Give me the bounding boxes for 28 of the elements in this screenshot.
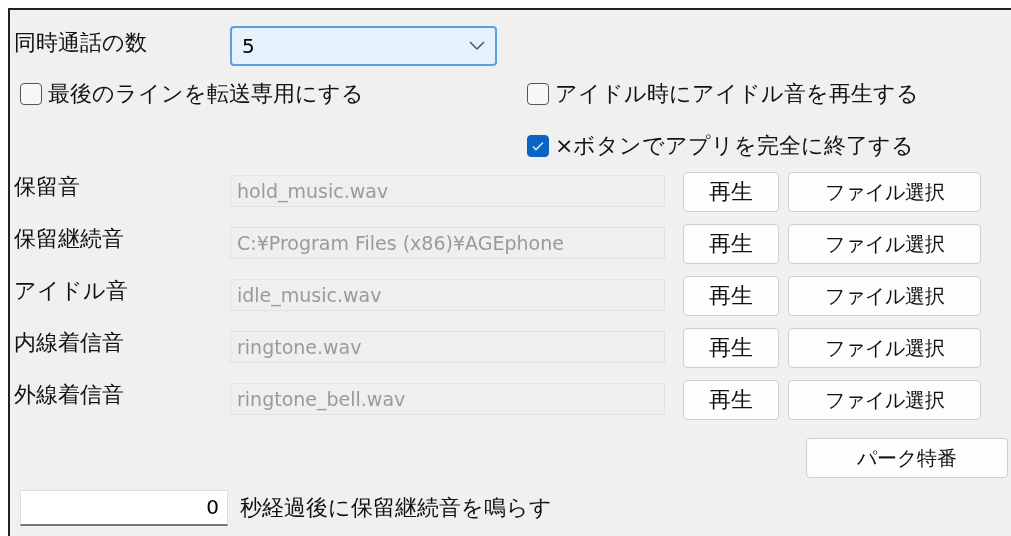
sound-label: 内線着信音 (14, 329, 124, 357)
play-button[interactable]: 再生 (683, 380, 779, 420)
file-select-button[interactable]: ファイル選択 (788, 380, 981, 420)
count-dropdown[interactable]: 5 (230, 26, 497, 66)
park-button[interactable]: パーク特番 (806, 438, 1008, 478)
play-button[interactable]: 再生 (683, 224, 779, 264)
play-button[interactable]: 再生 (683, 276, 779, 316)
chevron-down-icon (469, 41, 485, 51)
checkbox[interactable] (527, 83, 549, 105)
checkbox-label: ×ボタンでアプリを完全に終了する (555, 132, 915, 160)
checkbox-label: アイドル時にアイドル音を再生する (555, 80, 919, 108)
checkbox-label: 最後のラインを転送専用にする (48, 80, 364, 108)
sound-label: 外線着信音 (14, 381, 124, 409)
checkbox[interactable] (527, 135, 549, 157)
delay-label: 秒経過後に保留継続音を鳴らす (240, 494, 552, 522)
checkbox[interactable] (20, 83, 42, 105)
sound-label: 保留音 (14, 173, 80, 201)
sound-label: 保留継続音 (14, 225, 124, 253)
file-select-button[interactable]: ファイル選択 (788, 224, 981, 264)
file-select-button[interactable]: ファイル選択 (788, 328, 981, 368)
seconds-field[interactable]: 0 (20, 490, 228, 526)
field-label: 同時通話の数 (14, 29, 148, 57)
play-button[interactable]: 再生 (683, 172, 779, 212)
checkmark-icon (531, 139, 545, 153)
file-select-button[interactable]: ファイル選択 (788, 172, 981, 212)
sound-label: アイドル音 (14, 277, 128, 305)
file-select-button[interactable]: ファイル選択 (788, 276, 981, 316)
play-button[interactable]: 再生 (683, 328, 779, 368)
